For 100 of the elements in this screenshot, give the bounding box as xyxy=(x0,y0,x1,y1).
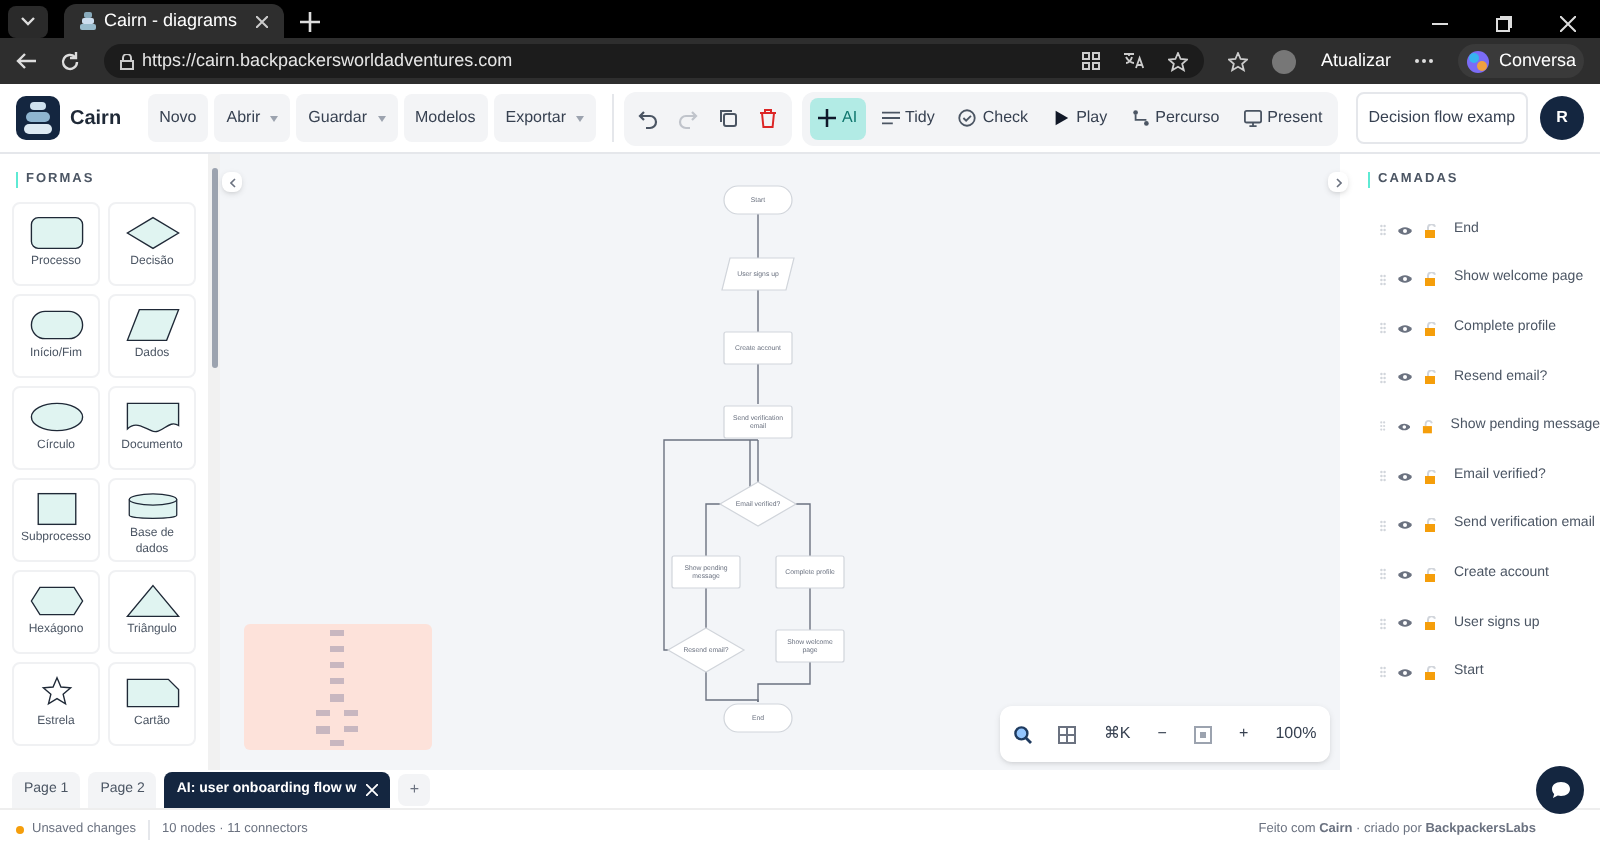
data-shape-icon xyxy=(123,305,181,344)
zoom-out-button[interactable]: − xyxy=(1157,722,1167,746)
eye-icon xyxy=(1398,323,1412,334)
padlock-icon xyxy=(1424,223,1438,238)
padlock-icon xyxy=(1424,567,1438,582)
user-avatar[interactable]: R xyxy=(1540,96,1584,140)
menu-button[interactable]: Novo xyxy=(147,94,209,142)
command-palette-button[interactable]: ⌘K xyxy=(1103,722,1131,746)
grid-icon[interactable] xyxy=(1058,725,1077,743)
drag-handle-icon xyxy=(1380,224,1386,237)
eye-icon xyxy=(1398,471,1412,482)
connector-line xyxy=(705,667,759,703)
connector-line xyxy=(809,587,811,631)
tab-title: Cairn - diagrams xyxy=(104,7,240,34)
more-icon[interactable] xyxy=(1414,58,1435,64)
connector-line xyxy=(757,661,811,703)
drag-handle-icon xyxy=(1380,617,1386,630)
restore-icon[interactable] xyxy=(1496,16,1512,32)
cairn-logo-icon xyxy=(16,96,60,140)
apps-icon[interactable] xyxy=(1082,52,1101,70)
assistant-logo-icon xyxy=(1466,49,1491,73)
eye-icon xyxy=(1398,618,1412,629)
close-icon[interactable] xyxy=(256,15,268,27)
assistant-button[interactable]: Conversa xyxy=(1458,44,1584,78)
padlock-icon xyxy=(1424,321,1438,336)
tool-button[interactable]: Play xyxy=(1044,97,1116,139)
circle-shape-icon xyxy=(27,397,85,436)
chat-bubble-icon xyxy=(1549,780,1571,800)
menu-button[interactable]: Guardar xyxy=(296,94,397,142)
copy-icon xyxy=(717,107,738,129)
tool-button[interactable]: Check xyxy=(950,97,1037,139)
back-icon[interactable] xyxy=(16,52,36,70)
minimize-icon[interactable] xyxy=(1432,22,1448,26)
eye-icon xyxy=(1398,274,1412,285)
star-icon[interactable] xyxy=(1168,51,1189,71)
menu-button[interactable]: Modelos xyxy=(403,94,488,142)
chevron-right-icon xyxy=(1335,177,1341,187)
screen-icon xyxy=(1243,108,1262,128)
add-page-button[interactable]: + xyxy=(398,774,431,806)
database-shape-icon xyxy=(123,489,181,525)
menu-button[interactable]: Abrir xyxy=(214,94,291,142)
process-shape-icon xyxy=(27,213,85,252)
cairn-logo-icon xyxy=(80,12,96,30)
route-icon xyxy=(1131,108,1150,128)
eye-icon xyxy=(1398,520,1412,531)
eye-icon xyxy=(1398,225,1412,236)
drag-handle-icon xyxy=(1380,568,1386,581)
play-icon xyxy=(1052,108,1071,128)
padlock-icon xyxy=(1424,616,1438,631)
eye-icon xyxy=(1398,372,1412,383)
zoom-level[interactable]: 100% xyxy=(1275,722,1317,746)
sparkle-icon xyxy=(817,108,836,128)
close-icon[interactable] xyxy=(1560,16,1576,32)
expand-panel-button[interactable] xyxy=(1328,172,1348,192)
drag-handle-icon xyxy=(1380,519,1386,532)
card-shape-icon xyxy=(123,673,181,712)
padlock-icon xyxy=(1424,665,1438,680)
collapse-panel-button[interactable] xyxy=(222,172,242,192)
zoom-in-button[interactable]: + xyxy=(1239,722,1249,746)
new-tab-icon[interactable] xyxy=(300,12,320,32)
search-icon[interactable] xyxy=(1013,725,1032,743)
reload-icon[interactable] xyxy=(60,51,80,71)
scrollbar[interactable] xyxy=(208,154,220,770)
caret-icon xyxy=(270,115,279,121)
drag-handle-icon xyxy=(1380,371,1386,384)
eye-icon xyxy=(1398,667,1412,678)
eye-icon xyxy=(1398,569,1412,580)
padlock-icon xyxy=(1422,419,1435,434)
favorites-icon[interactable] xyxy=(1228,51,1249,71)
lines-icon xyxy=(881,108,900,128)
profile-avatar[interactable] xyxy=(1272,49,1297,73)
browser-tab[interactable]: Cairn - diagrams xyxy=(64,4,284,38)
address-bar[interactable]: https://cairn.backpackersworldadventures.com xyxy=(104,44,1205,78)
chevron-left-icon xyxy=(229,177,235,187)
tool-button[interactable]: Tidy xyxy=(873,97,943,139)
connector-line xyxy=(757,287,759,333)
drag-handle-icon xyxy=(1380,273,1386,286)
brand-name: Cairn xyxy=(70,105,122,133)
drag-handle-icon xyxy=(1380,666,1386,679)
lock-icon xyxy=(120,53,134,69)
translate-icon[interactable] xyxy=(1124,52,1145,70)
update-button[interactable]: Atualizar xyxy=(1320,47,1391,75)
tab-list-icon[interactable] xyxy=(8,6,48,38)
undo-icon xyxy=(637,107,658,129)
eye-icon xyxy=(1397,421,1410,432)
drag-handle-icon xyxy=(1380,322,1386,335)
trash-icon xyxy=(757,107,778,129)
tool-button[interactable]: Percurso xyxy=(1123,97,1228,139)
menu-button[interactable]: Exportar xyxy=(493,94,596,142)
check-circle-icon xyxy=(958,108,977,128)
document-title[interactable]: Decision flow examp xyxy=(1356,92,1528,144)
redo-icon xyxy=(677,107,698,129)
document-shape-icon xyxy=(123,397,181,436)
terminal-shape-icon xyxy=(27,305,85,344)
tool-button[interactable]: AI xyxy=(809,97,866,139)
padlock-icon xyxy=(1424,518,1438,533)
decision-shape-icon xyxy=(123,213,181,252)
padlock-icon xyxy=(1424,370,1438,385)
drag-handle-icon xyxy=(1380,470,1386,483)
tool-button[interactable]: Present xyxy=(1235,97,1331,139)
